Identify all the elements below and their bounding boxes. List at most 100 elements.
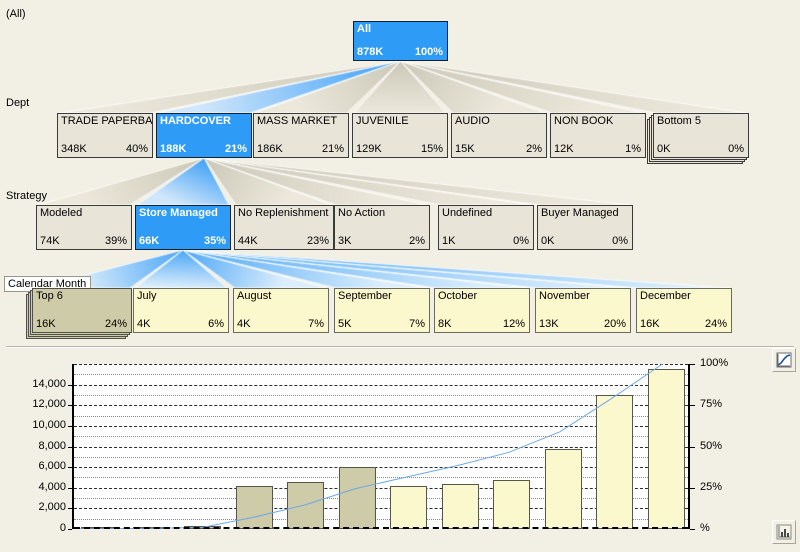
tree-node-dept-audio-title: AUDIO (455, 115, 490, 127)
tree-node-calendar-month-july[interactable]: July 4K 6% (133, 288, 229, 333)
tree-node-strategy-buyer-managed-value: 0K (541, 235, 555, 247)
y2-axis-tick-label: % (700, 522, 710, 534)
y-axis-tick-label: 0 (59, 522, 66, 534)
tree-node-strategy-undefined-value: 1K (442, 235, 456, 247)
tree-node-calendar-month-september[interactable]: September 5K 7% (334, 288, 430, 333)
tree-node-calendar-month-top-6[interactable]: Top 6 16K 24% (32, 288, 132, 333)
y-axis-tick-label: 12,000 (32, 398, 66, 411)
tree-node-calendar-month-top-6-title: Top 6 (36, 290, 63, 302)
tree-node-strategy-modeled-title: Modeled (40, 207, 83, 219)
tree-node-calendar-month-december-title: December (640, 290, 691, 302)
tree-node-dept-bottom-5-title: Bottom 5 (657, 115, 702, 127)
tree-node-strategy-buyer-managed-title: Buyer Managed (541, 207, 619, 219)
y2-axis-tick-label: 75% (700, 398, 723, 411)
tree-node-dept-bottom-5[interactable]: Bottom 5 0K 0% (653, 113, 749, 158)
tree-node-dept-mass-market-value: 186K (257, 143, 283, 155)
chart-plot-area (72, 364, 690, 529)
tree-node-layer: All 878K 100% TRADE PAPERBA 348K 40% HARDCOVER… (0, 0, 800, 340)
tree-node-dept-juvenile[interactable]: JUVENILE 129K 15% (352, 113, 448, 158)
y-axis-tick-label: 14,000 (32, 377, 66, 390)
tree-node-dept-non-book-percent: 1% (625, 143, 641, 155)
y2-axis-tick-label: 100% (700, 357, 729, 369)
tree-node-dept-audio-percent: 2% (526, 143, 542, 155)
tree-node-calendar-month-october-value: 8K (438, 318, 452, 330)
tree-node-strategy-undefined-title: Undefined (442, 207, 493, 219)
y-axis-tick-mark (68, 529, 72, 530)
tree-node-calendar-month-july-percent: 6% (208, 318, 224, 330)
tree-node-dept-trade-paperba[interactable]: TRADE PAPERBA 348K 40% (57, 113, 153, 158)
y2-axis-tick-mark (690, 405, 695, 407)
tree-node-calendar-month-september-percent: 7% (409, 318, 425, 330)
tree-node-strategy-modeled-value: 74K (40, 235, 60, 247)
tree-node-dept-hardcover-percent: 21% (224, 143, 247, 155)
bar-chart-icon[interactable] (772, 520, 796, 544)
tree-node-all-value: 878K (357, 46, 384, 58)
tree-node-calendar-month-august-title: August (237, 290, 272, 302)
tree-node-strategy-buyer-managed[interactable]: Buyer Managed 0K 0% (537, 205, 633, 250)
tree-node-calendar-month-august-percent: 7% (308, 318, 324, 330)
pareto-chart-panel: 0 2,000 4,000 6,000 8,000 10,000 12,000 14,000 … (0, 348, 800, 552)
tree-node-calendar-month-december-percent: 24% (704, 318, 727, 330)
y2-axis-tick-label: 25% (700, 480, 723, 493)
y-axis-tick-label: 4,000 (38, 480, 66, 493)
panel-divider (6, 346, 794, 348)
tree-node-strategy-no-action[interactable]: No Action 3K 2% (334, 205, 430, 250)
tree-node-calendar-month-october-percent: 12% (502, 318, 525, 330)
tree-node-strategy-undefined[interactable]: Undefined 1K 0% (438, 205, 534, 250)
y-axis-tick-label: 2,000 (38, 501, 66, 514)
tree-node-strategy-store-managed-percent: 35% (203, 235, 226, 247)
tree-node-calendar-month-top-6-value: 16K (36, 318, 56, 330)
tree-node-calendar-month-september-value: 5K (338, 318, 352, 330)
tree-node-dept-non-book-value: 12K (554, 143, 574, 155)
y-axis-tick-label: 10,000 (32, 418, 66, 431)
decision-tree-panel: (All) Dept Strategy Calendar Month All 87… (0, 0, 800, 340)
tree-node-strategy-store-managed-value: 66K (139, 235, 160, 247)
tree-node-calendar-month-july-value: 4K (137, 318, 151, 330)
tree-node-calendar-month-september-title: September (338, 290, 392, 302)
tree-node-strategy-no-replenishment-percent: 23% (306, 235, 329, 247)
y2-axis-tick-mark (690, 487, 695, 489)
tree-node-strategy-modeled[interactable]: Modeled 74K 39% (36, 205, 132, 250)
tree-node-dept-bottom-5-percent: 0% (728, 143, 744, 155)
tree-node-calendar-month-november-title: November (539, 290, 590, 302)
tree-node-dept-juvenile-title: JUVENILE (356, 115, 409, 127)
tree-node-dept-non-book[interactable]: NON BOOK 12K 1% (550, 113, 646, 158)
tree-node-dept-bottom-5-value: 0K (657, 143, 671, 155)
tree-node-strategy-buyer-managed-percent: 0% (612, 235, 628, 247)
tree-node-dept-hardcover[interactable]: HARDCOVER 188K 21% (156, 113, 252, 158)
tree-node-strategy-no-action-percent: 2% (409, 235, 425, 247)
tree-node-strategy-store-managed-title: Store Managed (139, 207, 218, 219)
tree-node-calendar-month-november[interactable]: November 13K 20% (535, 288, 631, 333)
tree-node-calendar-month-july-title: July (137, 290, 157, 302)
tree-node-calendar-month-october-title: October (438, 290, 478, 302)
tree-node-strategy-modeled-percent: 39% (104, 235, 127, 247)
plot-bottom-axis (74, 527, 688, 529)
tree-node-all[interactable]: All 878K 100% (353, 21, 448, 61)
tree-node-dept-hardcover-title: HARDCOVER (160, 115, 231, 127)
tree-node-dept-juvenile-value: 129K (356, 143, 382, 155)
tree-node-dept-mass-market-title: MASS MARKET (257, 115, 338, 127)
tree-node-calendar-month-top-6-percent: 24% (104, 318, 127, 330)
tree-node-dept-mass-market-percent: 21% (321, 143, 344, 155)
line-chart-glyph (776, 352, 792, 368)
tree-node-strategy-undefined-percent: 0% (513, 235, 529, 247)
tree-node-calendar-month-october[interactable]: October 8K 12% (434, 288, 530, 333)
tree-node-dept-audio[interactable]: AUDIO 15K 2% (451, 113, 547, 158)
tree-node-dept-trade-paperba-value: 348K (61, 143, 87, 155)
tree-node-dept-non-book-title: NON BOOK (554, 115, 614, 127)
tree-node-dept-mass-market[interactable]: MASS MARKET 186K 21% (253, 113, 349, 158)
tree-node-calendar-month-august[interactable]: August 4K 7% (233, 288, 329, 333)
tree-node-dept-trade-paperba-title: TRADE PAPERBA (61, 115, 153, 127)
tree-node-strategy-no-replenishment-value: 44K (238, 235, 258, 247)
tree-node-strategy-no-replenishment[interactable]: No Replenishment 44K 23% (234, 205, 334, 250)
tree-node-strategy-store-managed[interactable]: Store Managed 66K 35% (135, 205, 231, 250)
tree-node-dept-hardcover-value: 188K (160, 143, 187, 155)
y2-axis-tick-label: 50% (700, 439, 723, 452)
tree-node-calendar-month-december[interactable]: December 16K 24% (636, 288, 732, 333)
y2-axis-tick-mark (690, 364, 695, 365)
y-axis-tick-label: 6,000 (38, 460, 66, 473)
tree-node-dept-juvenile-percent: 15% (420, 143, 443, 155)
tree-node-calendar-month-november-value: 13K (539, 318, 559, 330)
line-chart-icon[interactable] (772, 348, 796, 372)
y2-axis-tick-mark (690, 529, 695, 530)
